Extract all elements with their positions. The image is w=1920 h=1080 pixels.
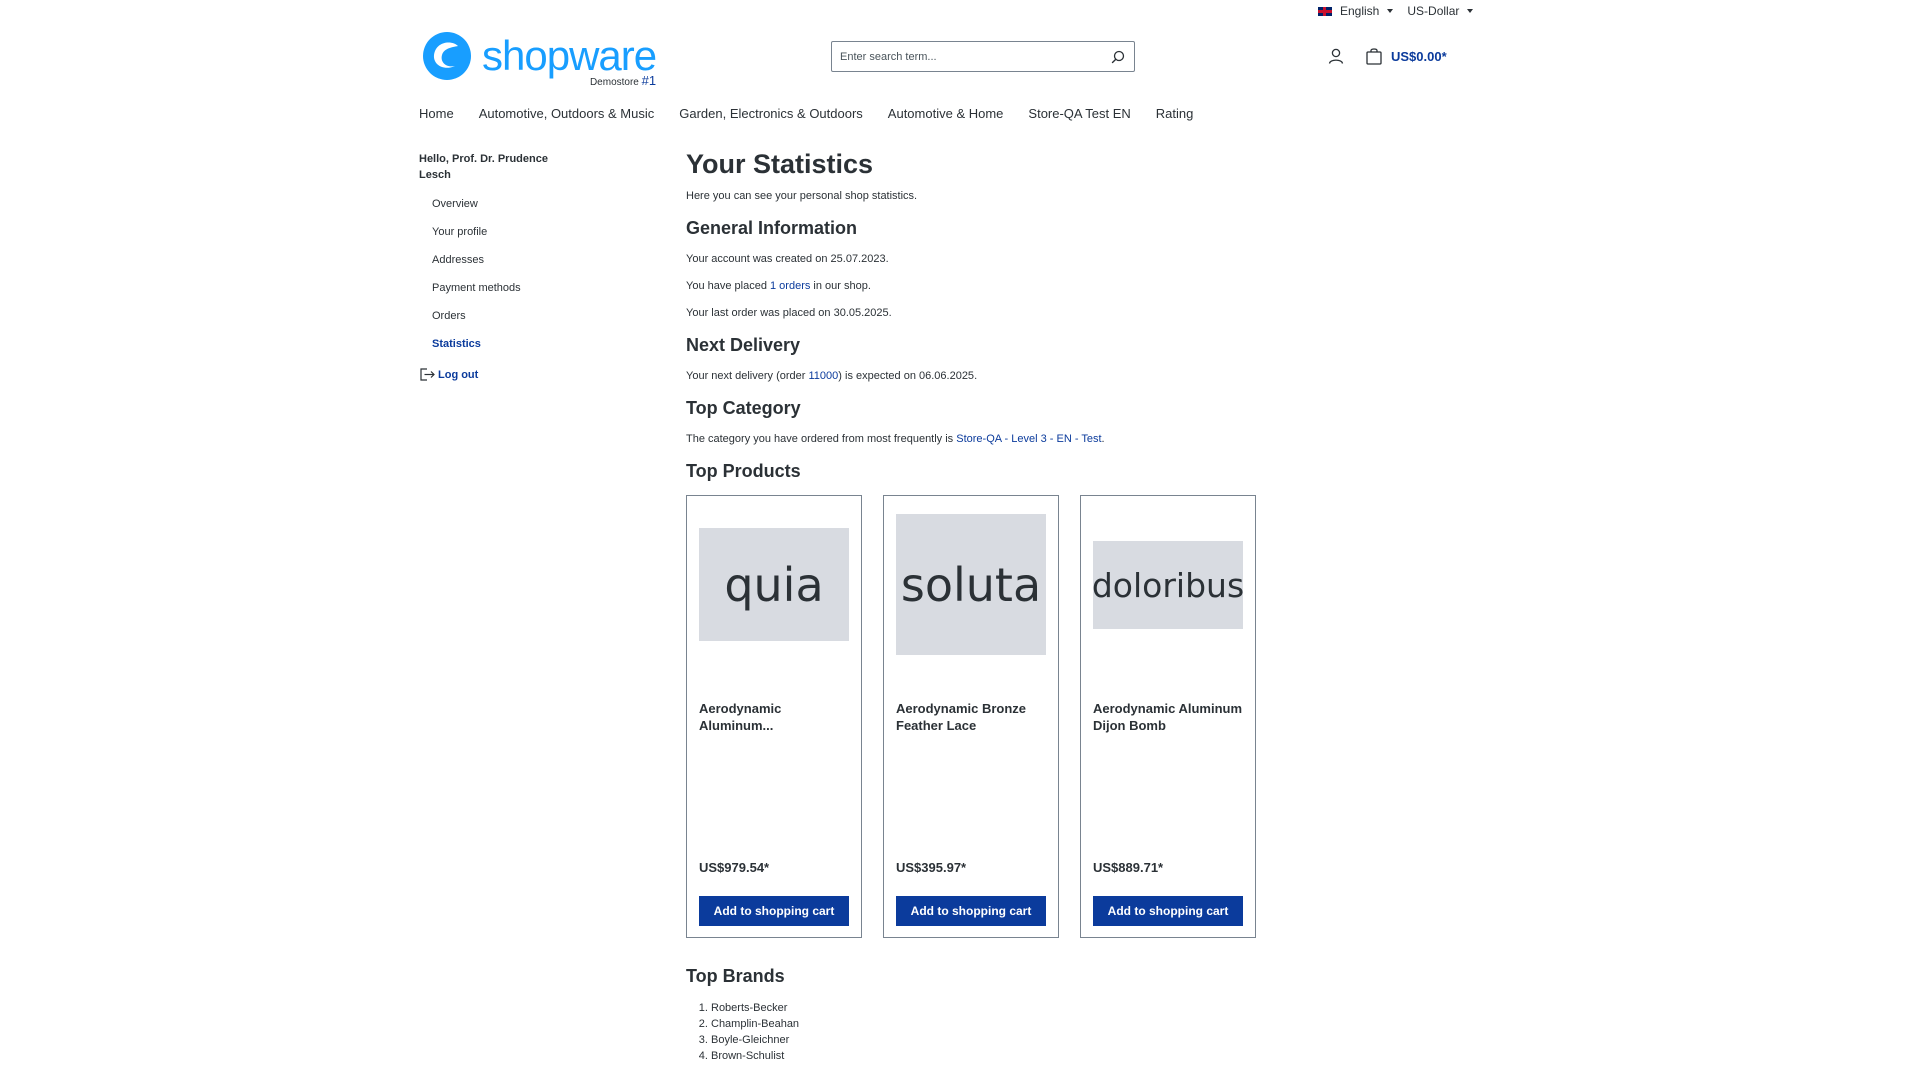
product-image[interactable]: doloribus	[1093, 541, 1243, 629]
nav-item-automotive-outdoors-music[interactable]: Automotive, Outdoors & Music	[479, 106, 655, 121]
cart-total: US$0.00*	[1391, 48, 1447, 64]
top-brands-heading: Top Brands	[686, 966, 785, 986]
search-box	[831, 41, 1135, 72]
product-name[interactable]: Aerodynamic Aluminum...	[699, 700, 849, 734]
sidebar-item-addresses[interactable]: Addresses	[419, 246, 579, 274]
add-to-cart-button[interactable]: Add to shopping cart	[896, 896, 1046, 926]
placed-label: You have placed	[686, 280, 770, 292]
account-created-text: Your account was created on 25.07.2023.	[686, 253, 889, 265]
top-category-link[interactable]: Store-QA - Level 3 - EN - Test	[956, 433, 1101, 445]
product-name[interactable]: Aerodynamic Aluminum Dijon Bomb	[1093, 700, 1243, 734]
logo-subtitle: Demostore #1	[590, 73, 656, 88]
delivery-date: 06.06.2025	[919, 370, 975, 382]
product-card: quia Aerodynamic Aluminum... US$979.54* …	[686, 495, 862, 938]
account-greeting: Hello, Prof. Dr. Prudence Lesch	[419, 153, 548, 181]
last-order-label: Your last order was placed on	[686, 307, 834, 319]
orders-placed-text: You have placed 1 orders in our shop.	[686, 280, 1286, 292]
sidebar-item-profile[interactable]: Your profile	[419, 218, 579, 246]
product-card: doloribus Aerodynamic Aluminum Dijon Bom…	[1080, 495, 1256, 938]
product-image[interactable]: quia	[699, 528, 849, 641]
shopping-bag-icon	[1366, 48, 1382, 65]
logout-icon	[420, 368, 435, 381]
logout-link[interactable]: Log out	[419, 367, 579, 382]
caret-down-icon	[1387, 9, 1394, 13]
add-to-cart-button[interactable]: Add to shopping cart	[1093, 896, 1243, 926]
top-products-heading: Top Products	[686, 461, 801, 481]
product-price: US$979.54*	[699, 860, 770, 875]
logo-sub-text: Demostore	[589, 77, 639, 88]
search-icon	[1111, 50, 1125, 63]
list-item: Champlin-Beahan	[711, 1016, 1286, 1032]
add-to-cart-button[interactable]: Add to shopping cart	[699, 896, 849, 926]
next-delivery-heading: Next Delivery	[686, 335, 801, 355]
caret-down-icon	[1467, 9, 1474, 13]
language-dropdown[interactable]: English	[1318, 4, 1394, 18]
top-bar: English US-Dollar	[1318, 3, 1487, 19]
product-name[interactable]: Aerodynamic Bronze Feather Lace	[896, 700, 1046, 734]
main-navigation: Home Automotive, Outdoors & Music Garden…	[419, 106, 1218, 121]
product-price: US$395.97*	[896, 860, 967, 875]
list-item: Boyle-Gleichner	[711, 1032, 1286, 1048]
last-order-text: Your last order was placed on 30.05.2025…	[686, 307, 892, 319]
top-category-heading: Top Category	[686, 398, 801, 418]
delivery-label: Your next delivery (order	[686, 370, 809, 382]
general-info-heading: General Information	[686, 218, 858, 238]
user-icon	[1328, 48, 1344, 64]
account-menu: Overview Your profile Addresses Payment …	[419, 190, 579, 358]
account-sidebar: Hello, Prof. Dr. Prudence Lesch Overview…	[419, 151, 579, 382]
sidebar-item-statistics[interactable]: Statistics	[419, 330, 579, 358]
intro-text: Here you can see your personal shop stat…	[686, 190, 918, 202]
sidebar-item-overview[interactable]: Overview	[419, 190, 579, 218]
language-label: English	[1340, 4, 1380, 18]
top-brands-list: Roberts-Becker Champlin-Beahan Boyle-Gle…	[686, 1000, 1286, 1064]
sidebar-item-orders[interactable]: Orders	[419, 302, 579, 330]
account-button[interactable]	[1327, 47, 1347, 67]
sidebar-item-payment-methods[interactable]: Payment methods	[419, 274, 579, 302]
cart-button[interactable]: US$0.00*	[1365, 47, 1447, 65]
logo-badge: #1	[641, 73, 657, 88]
orders-count-link[interactable]: 1 orders	[770, 280, 810, 292]
shopware-logo-icon	[423, 32, 471, 80]
product-price: US$889.71*	[1093, 860, 1164, 875]
created-label: Your account was created on	[686, 253, 831, 265]
nav-item-garden-electronics-outdoors[interactable]: Garden, Electronics & Outdoors	[679, 106, 863, 121]
nav-item-store-qa-test[interactable]: Store-QA Test EN	[1028, 106, 1130, 121]
logo-text: shopware	[482, 32, 657, 79]
placed-suffix: in our shop.	[810, 280, 871, 292]
category-label: The category you have ordered from most …	[686, 433, 957, 445]
nav-item-automotive-home[interactable]: Automotive & Home	[888, 106, 1004, 121]
top-category-text: The category you have ordered from most …	[686, 433, 1105, 445]
created-date: 25.07.2023	[830, 253, 886, 265]
search-button[interactable]	[1102, 43, 1134, 71]
search-input[interactable]	[832, 42, 1102, 71]
list-item: Brown-Schulist	[711, 1048, 1286, 1064]
logout-label: Log out	[438, 368, 479, 381]
shop-logo[interactable]: shopware Demostore #1	[422, 28, 657, 88]
product-image[interactable]: soluta	[896, 514, 1046, 655]
logo-wordmark: shopware Demostore #1	[482, 32, 657, 88]
uk-flag-icon	[1318, 6, 1332, 16]
currency-dropdown[interactable]: US-Dollar	[1407, 4, 1474, 18]
page-title: Your Statistics	[686, 149, 874, 179]
top-products-list: quia Aerodynamic Aluminum... US$979.54* …	[686, 495, 1286, 938]
last-order-date: 30.05.2025	[833, 307, 889, 319]
nav-item-home[interactable]: Home	[419, 106, 454, 121]
nav-item-rating[interactable]: Rating	[1156, 106, 1194, 121]
next-delivery-text: Your next delivery (order 11000) is expe…	[686, 370, 978, 382]
currency-label: US-Dollar	[1407, 4, 1460, 18]
statistics-content: Your Statistics Here you can see your pe…	[686, 146, 1286, 1064]
list-item: Roberts-Becker	[711, 1000, 1286, 1016]
delivery-mid: ) is expected on	[838, 370, 919, 382]
product-card: soluta Aerodynamic Bronze Feather Lace U…	[883, 495, 1059, 938]
delivery-order-link[interactable]: 11000	[809, 370, 839, 382]
